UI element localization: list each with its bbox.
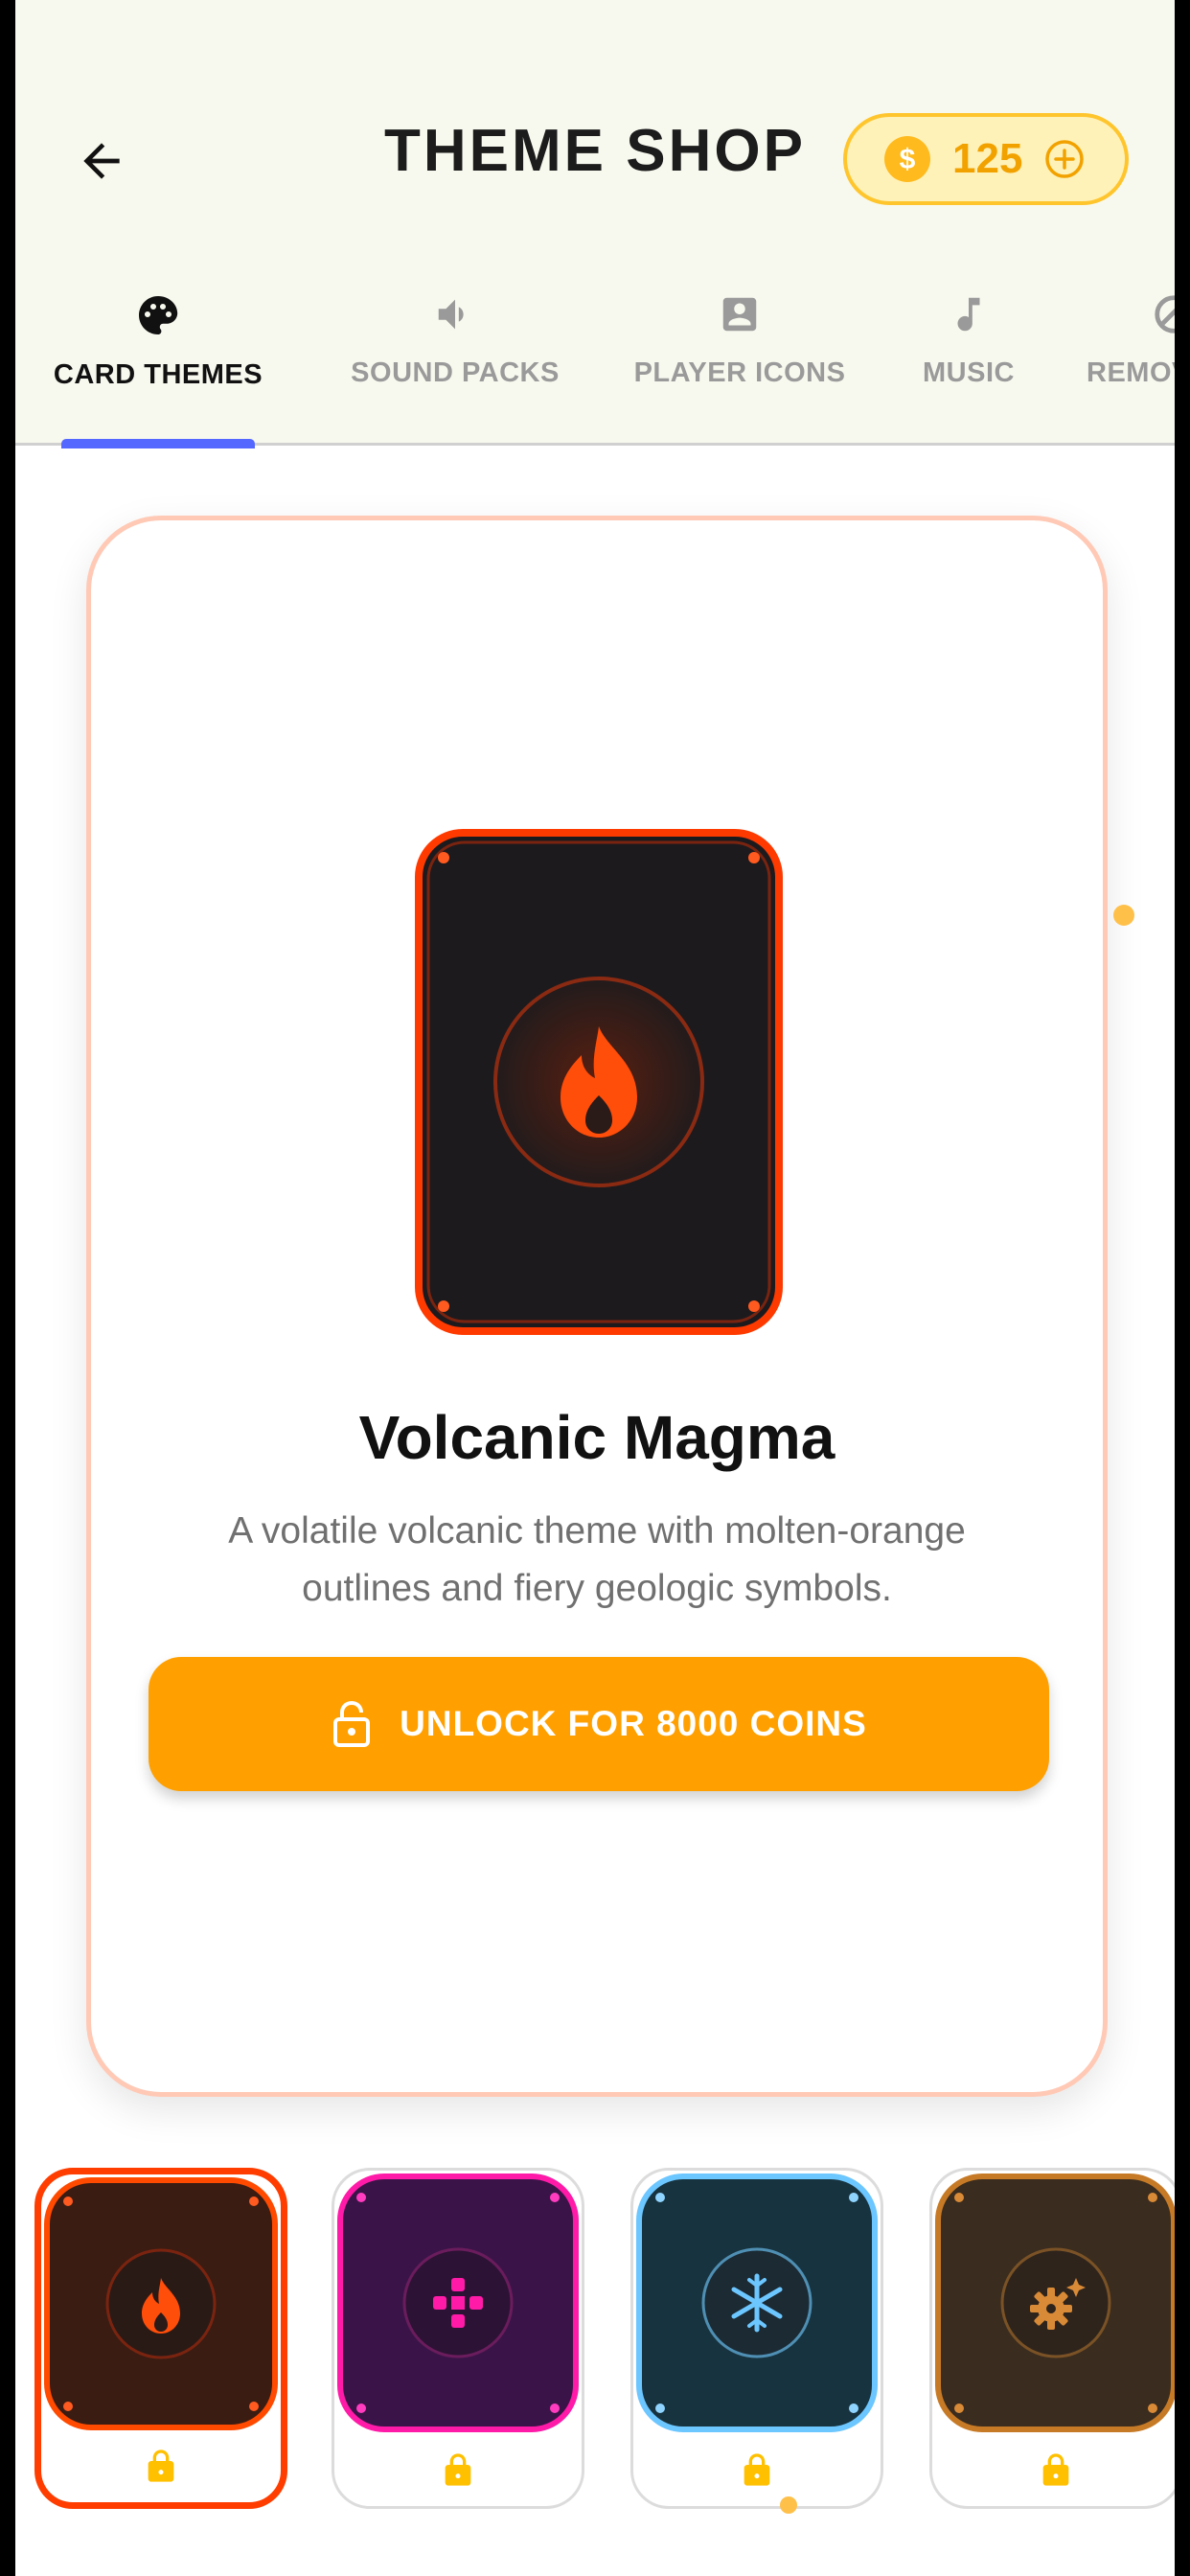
tab-label: PLAYER ICONS (633, 357, 846, 388)
speaker-icon (438, 299, 464, 330)
theme-thumbnail-frost[interactable] (630, 2168, 883, 2509)
lock-open-icon (333, 1700, 371, 1747)
card-back-thumbnail (636, 2174, 878, 2432)
add-circle-icon[interactable] (1043, 138, 1086, 180)
tab-card-themes[interactable]: CARD THEMES (54, 292, 263, 391)
tab-player-icons[interactable]: PLAYER ICONS (625, 292, 855, 389)
theme-thumbnail-steampunk[interactable] (929, 2168, 1175, 2509)
back-button[interactable] (63, 123, 140, 199)
unlock-button[interactable]: UNLOCK FOR 8000 COINS (149, 1657, 1049, 1791)
page-title: THEME SHOP (384, 118, 806, 184)
circle-icon (1155, 295, 1175, 334)
portrait-icon (722, 297, 757, 332)
tab-label: SOUND PACKS (351, 357, 560, 388)
scroll-indicator-dot (780, 2496, 797, 2514)
coin-balance-button[interactable]: $ 125 (843, 113, 1129, 205)
lock-icon (445, 2453, 471, 2486)
lock-icon (148, 2450, 174, 2482)
arrow-left-icon (83, 143, 120, 179)
lock-icon (744, 2453, 770, 2486)
theme-description: A volatile volcanic theme with molten-or… (228, 1510, 966, 1609)
page-indicator-dot (1113, 905, 1134, 926)
music-note-icon (957, 297, 980, 332)
unlock-label: UNLOCK FOR 8000 COINS (400, 1704, 867, 1743)
card-back-thumbnail (935, 2174, 1175, 2432)
featured-theme-card: Volcanic Magma A volatile volcanic theme… (86, 516, 1108, 2097)
svg-text:$: $ (900, 144, 916, 175)
coin-icon: $ (884, 136, 930, 182)
tab-label: CARD THEMES (53, 359, 263, 390)
card-back-thumbnail (337, 2174, 579, 2432)
card-back-thumbnail (44, 2177, 278, 2430)
palette-icon (139, 296, 178, 334)
header: THEME SHOP $ 125 CARD THEMES SOUND PACKS (15, 0, 1175, 446)
theme-thumbnail-neon[interactable] (332, 2168, 584, 2509)
tab-music[interactable]: MUSIC (906, 292, 1031, 389)
lock-icon (1042, 2453, 1069, 2486)
tab-remove[interactable]: REMOV (1087, 292, 1175, 389)
theme-shop-screen: THEME SHOP $ 125 CARD THEMES SOUND PACKS (15, 0, 1175, 2576)
tab-indicator (61, 439, 255, 448)
card-back-preview (415, 829, 783, 1335)
theme-name: Volcanic Magma (358, 1403, 835, 1472)
tab-bar: CARD THEMES SOUND PACKS PLAYER ICONS MUS… (15, 283, 1175, 446)
theme-thumbnail-volcanic[interactable] (34, 2168, 287, 2509)
tab-label: REMOV (1087, 357, 1175, 388)
theme-thumbnail-strip (15, 2168, 1175, 2513)
tab-sound-packs[interactable]: SOUND PACKS (343, 292, 567, 389)
coin-amount: 125 (952, 135, 1023, 182)
tab-label: MUSIC (923, 357, 1015, 388)
